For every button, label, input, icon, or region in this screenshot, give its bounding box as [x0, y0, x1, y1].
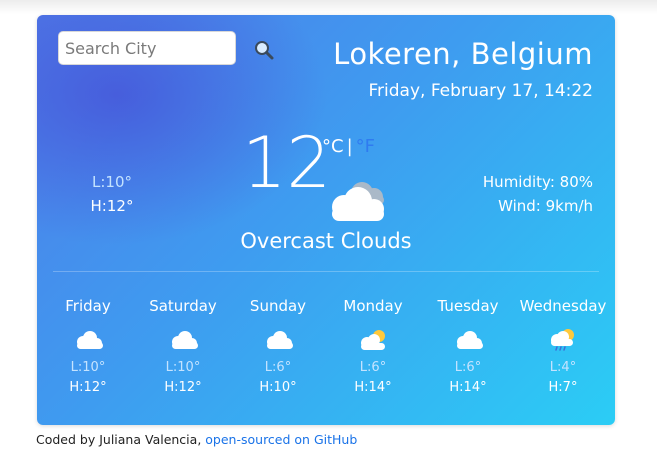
city-name: Lokeren, Belgium [333, 37, 593, 71]
current-high: H:12° [90, 197, 134, 215]
unit-toggle: °C | °F [322, 136, 375, 157]
current-low-high: L:10° H:12° [77, 170, 147, 218]
current-stats: Humidity: 80% Wind: 9km/h [483, 170, 593, 218]
forecast-day-name: Tuesday [437, 297, 499, 315]
rain-sun-icon [551, 329, 574, 351]
forecast-low: L:6° [264, 360, 292, 375]
forecast-row: Friday L:10° H:12° Saturday L:10° H:12° … [37, 295, 615, 405]
partly-sunny-icon [361, 330, 385, 350]
forecast-low: L:10° [165, 360, 201, 375]
overcast-clouds-icon [332, 182, 384, 221]
forecast-day-name: Wednesday [519, 297, 607, 315]
divider [53, 271, 599, 272]
forecast-day-name: Friday [65, 297, 111, 315]
weather-description: Overcast Clouds [240, 229, 412, 253]
forecast-day: Sunday L:6° H:10° [230, 295, 326, 398]
forecast-low: L:10° [70, 360, 106, 375]
forecast-low: L:6° [454, 360, 482, 375]
current-temperature: 12 [242, 122, 332, 204]
github-link[interactable]: open-sourced on GitHub [205, 432, 357, 447]
cloud-icon [267, 331, 293, 349]
forecast-day-name: Saturday [149, 297, 217, 315]
forecast-day-name: Monday [343, 297, 403, 315]
forecast-high: H:14° [354, 380, 392, 395]
celsius-toggle[interactable]: °C [322, 136, 344, 157]
forecast-high: H:7° [548, 380, 578, 395]
current-datetime: Friday, February 17, 14:22 [368, 81, 594, 101]
forecast-high: H:12° [69, 380, 107, 395]
forecast-high: H:10° [259, 380, 297, 395]
forecast-day: Monday L:6° H:14° [325, 295, 421, 398]
wind-value: Wind: 9km/h [498, 197, 593, 215]
fahrenheit-toggle[interactable]: °F [356, 136, 375, 157]
top-shadow [0, 0, 657, 14]
forecast-day-name: Sunday [249, 297, 307, 315]
search-icon[interactable] [253, 39, 275, 61]
forecast-low: L:6° [359, 360, 387, 375]
forecast-high: H:14° [449, 380, 487, 395]
cloud-icon [77, 331, 103, 349]
footer-credit: Coded by Juliana Valencia, [36, 432, 202, 447]
forecast-low: L:4° [549, 360, 577, 375]
forecast-day: Saturday L:10° H:12° [135, 295, 231, 398]
forecast-day: Tuesday L:6° H:14° [420, 295, 516, 398]
forecast-day: Wednesday L:4° H:7° [515, 295, 611, 398]
cloud-icon [457, 331, 483, 349]
footer: Coded by Juliana Valencia, open-sourced … [36, 432, 357, 447]
search-input[interactable] [58, 31, 236, 65]
cloud-icon [172, 331, 198, 349]
unit-separator: | [346, 136, 353, 157]
weather-card: Lokeren, Belgium Friday, February 17, 14… [37, 15, 615, 425]
humidity-value: Humidity: 80% [482, 173, 593, 191]
current-low: L:10° [92, 173, 132, 191]
forecast-day: Friday L:10° H:12° [40, 295, 136, 398]
forecast-high: H:12° [164, 380, 202, 395]
